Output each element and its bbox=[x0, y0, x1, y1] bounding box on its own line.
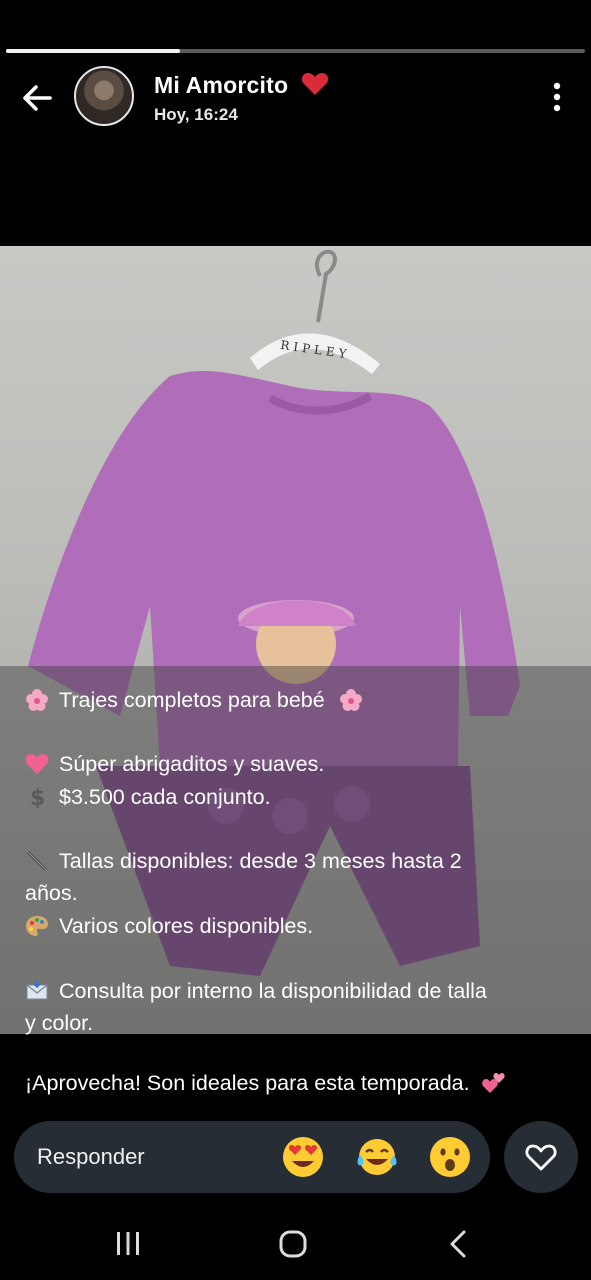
heart-eyes-emoji[interactable] bbox=[281, 1135, 325, 1179]
caption-line: años. bbox=[25, 881, 78, 905]
like-heart-icon bbox=[525, 1144, 557, 1171]
post-time: Hoy, 16:24 bbox=[154, 105, 238, 124]
flower-icon bbox=[26, 689, 48, 711]
nav-back-icon[interactable] bbox=[440, 1224, 480, 1264]
caption-line: Varios colores disponibles. bbox=[25, 910, 575, 942]
two-hearts-icon bbox=[481, 1073, 505, 1093]
flower-icon bbox=[339, 689, 362, 711]
palette-icon bbox=[26, 916, 48, 936]
surprised-emoji[interactable] bbox=[428, 1135, 472, 1179]
caption-line: Trajes completos para bebé bbox=[25, 684, 575, 716]
heart-icon bbox=[301, 73, 328, 95]
caption-line: Súper abrigaditos y suaves. bbox=[25, 748, 575, 780]
story-header: Mi Amorcito Hoy, 16:24 bbox=[0, 60, 591, 140]
home-icon[interactable] bbox=[273, 1224, 313, 1264]
like-button[interactable] bbox=[504, 1121, 578, 1193]
user-name[interactable]: Mi Amorcito bbox=[154, 72, 329, 99]
caption-line: ¡Aprovecha! Son ideales para esta tempor… bbox=[25, 1071, 506, 1096]
dollar-icon: $ bbox=[30, 786, 45, 809]
back-arrow-icon[interactable] bbox=[16, 76, 60, 120]
caption-line: $ $3.500 cada conjunto. bbox=[25, 781, 575, 813]
tears-of-joy-emoji[interactable] bbox=[355, 1135, 399, 1179]
caption-line: Tallas disponibles: desde 3 meses hasta … bbox=[25, 845, 575, 877]
story-progress-fill bbox=[6, 49, 180, 53]
caption-line: y color. bbox=[25, 1011, 94, 1035]
reply-input[interactable]: Responder bbox=[14, 1121, 490, 1193]
pink-heart-icon bbox=[25, 754, 49, 774]
story-progress-bar bbox=[6, 49, 585, 53]
ruler-icon bbox=[26, 850, 48, 872]
recents-icon[interactable] bbox=[108, 1224, 148, 1264]
more-vert-icon[interactable] bbox=[544, 80, 570, 114]
envelope-icon bbox=[26, 980, 48, 1000]
avatar[interactable] bbox=[74, 66, 134, 126]
svg-text:$: $ bbox=[30, 786, 45, 809]
reply-placeholder: Responder bbox=[37, 1144, 145, 1169]
caption-line: Consulta por interno la disponibilidad d… bbox=[25, 975, 575, 1007]
